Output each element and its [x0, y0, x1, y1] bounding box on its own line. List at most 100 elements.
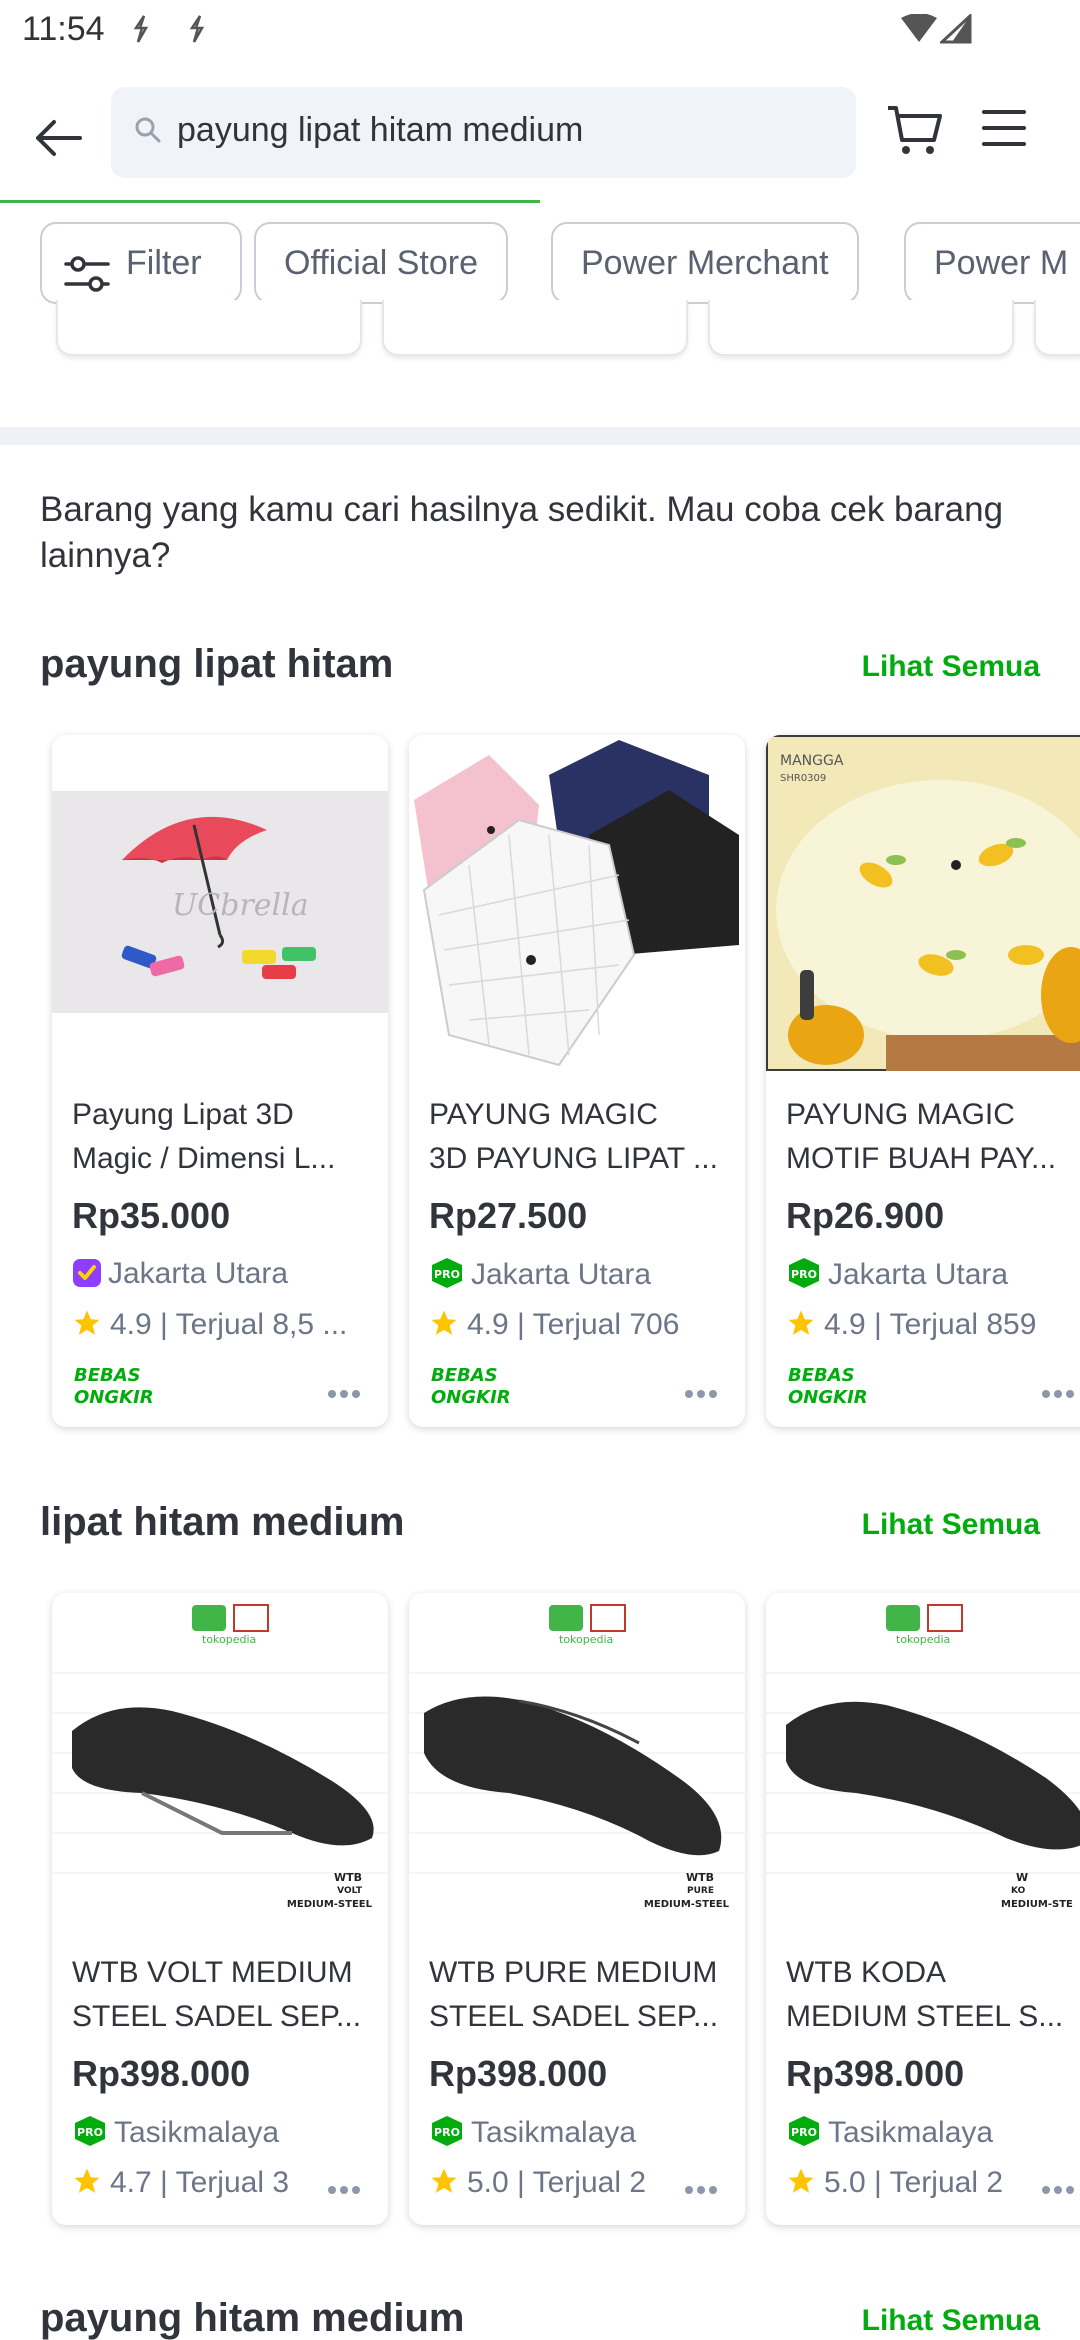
- product-card-partial[interactable]: [56, 300, 362, 356]
- menu-button[interactable]: [980, 106, 1040, 166]
- product-price: Rp398.000: [72, 2053, 251, 2094]
- product-image: tokopedia W KO MEDIUM-STE: [766, 1593, 1080, 1929]
- top-app-bar: payung lipat hitam medium: [0, 62, 1080, 203]
- more-options-icon[interactable]: [328, 2181, 368, 2201]
- more-options-icon[interactable]: [1042, 2181, 1080, 2201]
- product-card[interactable]: UCbrella Payung Lipat 3D Magic / Dimensi…: [52, 735, 388, 1427]
- product-card[interactable]: MANGGA SHR0309 PAYUNG MAGIC MOTIF BUAH P…: [766, 735, 1080, 1427]
- more-options-icon[interactable]: [685, 1385, 725, 1405]
- product-image: tokopedia WTB PURE MEDIUM-STEEL: [409, 1593, 745, 1929]
- shop-location: Jakarta Utara: [72, 1257, 288, 1296]
- see-all-link[interactable]: Lihat Semua: [862, 1508, 1040, 1542]
- svg-text:PRO: PRO: [791, 1268, 817, 1281]
- section-title: lipat hitam medium: [40, 1500, 405, 1544]
- see-all-link[interactable]: Lihat Semua: [862, 650, 1040, 684]
- product-card[interactable]: PAYUNG MAGIC 3D PAYUNG LIPAT ... Rp27.50…: [409, 735, 745, 1427]
- svg-text:ONGKIR: ONGKIR: [74, 1387, 154, 1407]
- store-logo-text: tokopedia: [559, 1633, 613, 1646]
- cart-icon: [888, 106, 942, 154]
- product-card[interactable]: tokopedia W KO MEDIUM-STE WTB KODA MEDIU…: [766, 1593, 1080, 2225]
- hamburger-icon: [982, 110, 1026, 146]
- section-title: payung lipat hitam: [40, 642, 394, 686]
- power-merchant-pro-chip[interactable]: Power M: [904, 222, 1080, 304]
- svg-text:MEDIUM-STEEL: MEDIUM-STEEL: [287, 1899, 373, 1910]
- back-button[interactable]: [22, 102, 94, 174]
- product-name: WTB PURE MEDIUM STEEL SADEL SEP...: [429, 1956, 719, 2033]
- shop-location: PRO Tasikmalaya: [429, 2115, 636, 2155]
- product-price: Rp26.900: [786, 1195, 945, 1236]
- product-card[interactable]: tokopedia WTB PURE MEDIUM-STEEL WTB PURE…: [409, 1593, 745, 2225]
- svg-text:PRO: PRO: [77, 2126, 103, 2139]
- svg-text:WTB: WTB: [686, 1871, 714, 1884]
- filter-chip-label: Filter: [126, 244, 202, 282]
- product-rating: 4.9 | Terjual 859: [786, 1308, 1080, 1346]
- search-icon: [133, 115, 163, 150]
- product-card[interactable]: tokopedia WTB VOLT MEDIUM-STEEL WTB VOLT…: [52, 1593, 388, 2225]
- svg-text:BEBAS: BEBAS: [431, 1365, 498, 1386]
- search-query-text: payung lipat hitam medium: [177, 111, 584, 149]
- svg-text:MEDIUM-STE: MEDIUM-STE: [1001, 1899, 1073, 1910]
- product-rating: 4.9 | Terjual 8,5 ...: [72, 1308, 378, 1346]
- product-price: Rp27.500: [429, 1195, 588, 1236]
- svg-text:VOLT: VOLT: [337, 1886, 363, 1896]
- star-icon: [72, 2166, 102, 2204]
- watermark-text: UCbrella: [172, 888, 309, 923]
- svg-text:W: W: [1016, 1871, 1028, 1884]
- product-card-partial[interactable]: [708, 300, 1014, 356]
- official-store-chip[interactable]: Official Store: [254, 222, 509, 304]
- pro-badge-icon: PRO: [429, 2115, 465, 2155]
- store-logo-text: tokopedia: [202, 1633, 256, 1646]
- star-icon: [72, 1308, 102, 1346]
- shop-location: PRO Tasikmalaya: [72, 2115, 279, 2155]
- product-image: UCbrella: [52, 735, 388, 1071]
- product-name: WTB VOLT MEDIUM STEEL SADEL SEP...: [72, 1956, 362, 2033]
- pro-badge-icon: PRO: [786, 1257, 822, 1297]
- svg-text:ONGKIR: ONGKIR: [788, 1387, 868, 1407]
- product-image: MANGGA SHR0309: [766, 735, 1080, 1071]
- product-name: Payung Lipat 3D Magic / Dimensi L...: [72, 1098, 336, 1175]
- product-image: [409, 735, 745, 1071]
- section-title: payung hitam medium: [40, 2296, 465, 2340]
- free-shipping-badge: BEBAS ONGKIR: [72, 1363, 172, 1412]
- product-image: tokopedia WTB VOLT MEDIUM-STEEL: [52, 1593, 388, 1929]
- product-rating: 4.9 | Terjual 706: [429, 1308, 735, 1346]
- svg-text:ONGKIR: ONGKIR: [431, 1387, 511, 1407]
- product-card-partial[interactable]: [1034, 300, 1080, 356]
- back-arrow-icon: [36, 120, 82, 156]
- few-results-notice: Barang yang kamu cari hasilnya sedikit. …: [40, 490, 1004, 575]
- see-all-link[interactable]: Lihat Semua: [862, 2304, 1040, 2338]
- shop-location: PRO Tasikmalaya: [786, 2115, 993, 2155]
- product-card-partial[interactable]: [382, 300, 688, 356]
- svg-text:BEBAS: BEBAS: [74, 1365, 141, 1386]
- loading-progress-bar: [0, 200, 540, 203]
- signal-icon: [938, 12, 972, 49]
- more-options-icon[interactable]: [328, 1385, 368, 1405]
- svg-text:BEBAS: BEBAS: [788, 1365, 855, 1386]
- official-store-badge-icon: [72, 1258, 102, 1296]
- product-rating: 4.7 | Terjual 3: [72, 2166, 322, 2204]
- power-merchant-chip[interactable]: Power Merchant: [551, 222, 859, 304]
- shop-location: PRO Jakarta Utara: [429, 1257, 651, 1297]
- pro-badge-icon: PRO: [429, 1257, 465, 1297]
- status-bar: 11:54: [0, 0, 1080, 62]
- svg-text:PRO: PRO: [434, 1268, 460, 1281]
- filter-chip[interactable]: Filter: [40, 222, 242, 304]
- star-icon: [786, 1308, 816, 1346]
- status-time: 11:54: [22, 10, 105, 48]
- search-input[interactable]: payung lipat hitam medium: [111, 87, 856, 178]
- pro-badge-icon: PRO: [72, 2115, 108, 2155]
- star-icon: [429, 1308, 459, 1346]
- product-name: PAYUNG MAGIC 3D PAYUNG LIPAT ...: [429, 1098, 718, 1175]
- mango-tag-code: SHR0309: [780, 773, 826, 784]
- star-icon: [786, 2166, 816, 2204]
- shop-location: PRO Jakarta Utara: [786, 1257, 1008, 1297]
- pro-badge-icon: PRO: [786, 2115, 822, 2155]
- more-options-icon[interactable]: [1042, 1385, 1080, 1405]
- svg-text:PRO: PRO: [434, 2126, 460, 2139]
- free-shipping-badge: BEBAS ONGKIR: [429, 1363, 529, 1412]
- svg-text:MEDIUM-STEEL: MEDIUM-STEEL: [644, 1899, 730, 1910]
- cart-button[interactable]: [884, 102, 950, 168]
- product-name: WTB KODA MEDIUM STEEL S...: [786, 1956, 1064, 2033]
- more-options-icon[interactable]: [685, 2181, 725, 2201]
- star-icon: [429, 2166, 459, 2204]
